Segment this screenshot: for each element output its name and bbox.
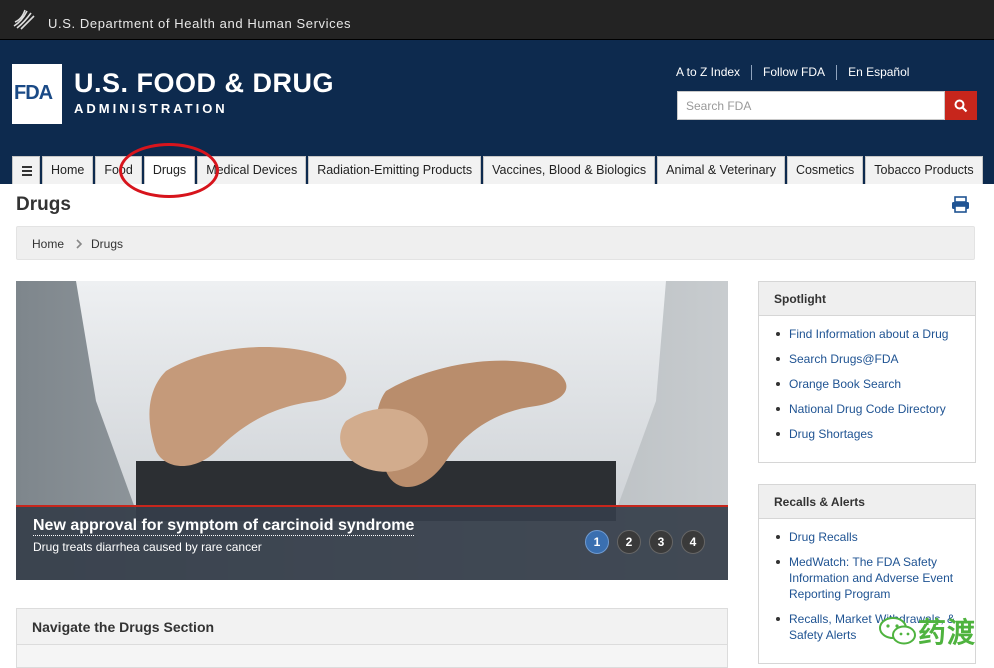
watermark-text: 药渡 <box>918 616 977 649</box>
menu-button[interactable] <box>12 156 40 184</box>
tab-home[interactable]: Home <box>42 156 94 184</box>
carousel-caption: New approval for symptom of carcinoid sy… <box>16 505 728 580</box>
spotlight-list: Find Information about a Drug Search Dru… <box>759 316 975 461</box>
tab-radiation-emitting-products[interactable]: Radiation-Emitting Products <box>308 156 482 184</box>
tab-animal-veterinary[interactable]: Animal & Veterinary <box>657 156 785 184</box>
page-title: Drugs <box>16 194 71 215</box>
breadcrumb-current: Drugs <box>91 237 124 251</box>
wechat-icon <box>879 617 916 645</box>
breadcrumb: Home Drugs <box>16 226 975 260</box>
search-icon <box>954 99 968 113</box>
en-espanol-link[interactable]: En Español <box>836 65 920 80</box>
spotlight-link[interactable]: Find Information about a Drug <box>775 326 963 342</box>
annotation-circle <box>119 143 219 198</box>
recalls-alerts-title: Recalls & Alerts <box>759 485 975 519</box>
hhs-eagle-icon <box>13 9 35 30</box>
search-input[interactable] <box>677 91 945 120</box>
print-icon[interactable] <box>951 196 970 213</box>
chevron-right-icon <box>76 239 83 249</box>
tab-tobacco-products[interactable]: Tobacco Products <box>865 156 983 184</box>
spotlight-title: Spotlight <box>759 282 975 316</box>
navigate-section-panel: Navigate the Drugs Section <box>16 608 728 668</box>
fda-logo-text: FDA <box>14 82 53 104</box>
hhs-title[interactable]: U.S. Department of Health and Human Serv… <box>48 16 351 31</box>
navigate-section-title: Navigate the Drugs Section <box>17 609 727 645</box>
featured-carousel[interactable]: New approval for symptom of carcinoid sy… <box>16 281 728 580</box>
spotlight-link[interactable]: Search Drugs@FDA <box>775 351 963 367</box>
breadcrumb-home[interactable]: Home <box>32 237 64 251</box>
utility-links: A to Z Index Follow FDA En Español <box>676 65 920 80</box>
tab-vaccines-blood-biologics[interactable]: Vaccines, Blood & Biologics <box>483 156 656 184</box>
carousel-page-3[interactable]: 3 <box>649 530 673 554</box>
slide-headline-link[interactable]: New approval for symptom of carcinoid sy… <box>33 516 415 536</box>
search-form <box>677 91 977 120</box>
carousel-page-2[interactable]: 2 <box>617 530 641 554</box>
fda-logo[interactable]: FDA <box>12 64 62 124</box>
site-title[interactable]: U.S. FOOD & DRUG <box>74 68 334 99</box>
hamburger-icon <box>22 166 32 168</box>
tab-cosmetics[interactable]: Cosmetics <box>786 156 864 184</box>
hhs-top-bar: U.S. Department of Health and Human Serv… <box>0 0 994 40</box>
site-subtitle: ADMINISTRATION <box>74 101 228 116</box>
spotlight-box: Spotlight Find Information about a Drug … <box>758 281 976 463</box>
follow-fda-link[interactable]: Follow FDA <box>751 65 836 80</box>
spotlight-link[interactable]: Drug Shortages <box>775 426 963 442</box>
carousel-page-4[interactable]: 4 <box>681 530 705 554</box>
watermark: 药渡 <box>878 611 976 651</box>
recalls-link[interactable]: MedWatch: The FDA Safety Information and… <box>775 554 963 602</box>
search-button[interactable] <box>945 91 977 120</box>
carousel-page-1[interactable]: 1 <box>585 530 609 554</box>
spotlight-link[interactable]: National Drug Code Directory <box>775 401 963 417</box>
spotlight-link[interactable]: Orange Book Search <box>775 376 963 392</box>
a-to-z-index-link[interactable]: A to Z Index <box>676 65 751 80</box>
slide-subheadline: Drug treats diarrhea caused by rare canc… <box>33 540 262 554</box>
recalls-link[interactable]: Drug Recalls <box>775 529 963 545</box>
